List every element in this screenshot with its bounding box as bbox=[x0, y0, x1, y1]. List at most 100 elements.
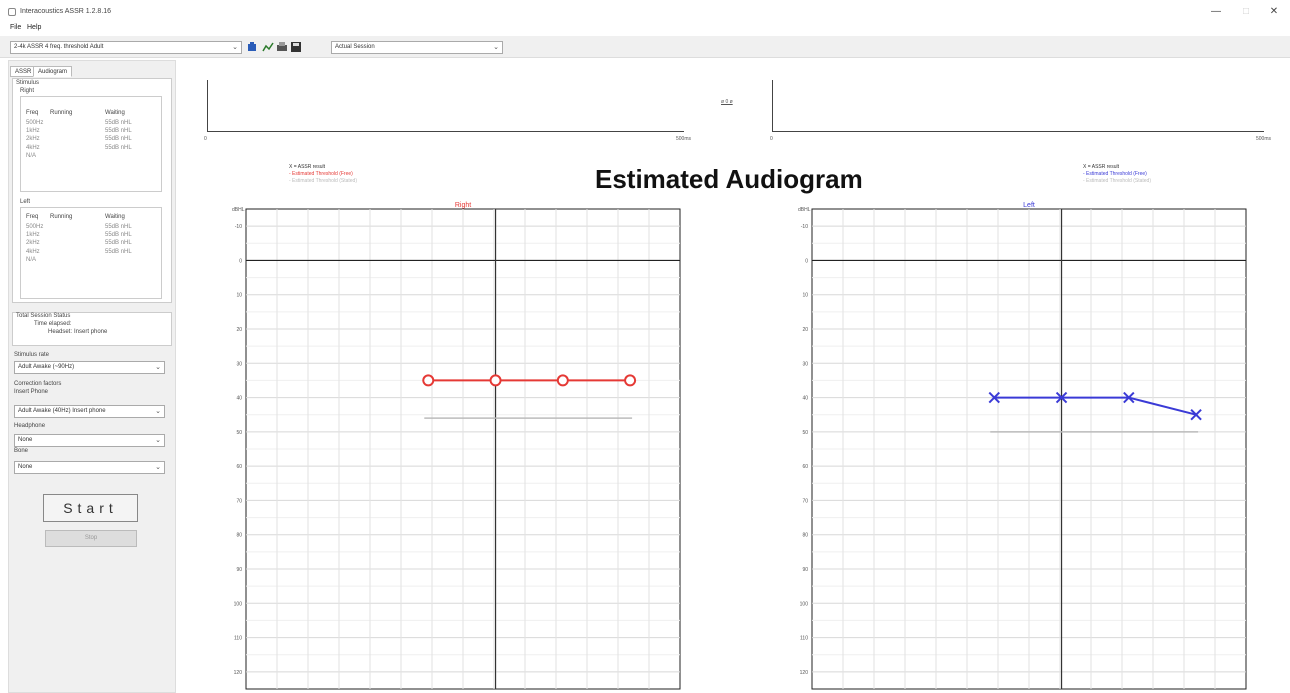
bone-value: None bbox=[18, 464, 33, 470]
freq-cell: 2kHz bbox=[26, 240, 40, 247]
freq-cell: N/A bbox=[26, 256, 37, 263]
save-icon[interactable] bbox=[290, 41, 302, 53]
right-label: Right bbox=[20, 88, 35, 94]
table-header: Freq bbox=[26, 214, 39, 220]
waiting-cell: 55dB nHL bbox=[105, 232, 132, 239]
waiting-cell: 55dB nHL bbox=[105, 136, 132, 143]
waveform-start-label: 0 bbox=[204, 136, 207, 142]
y-tick-label: 80 bbox=[236, 533, 242, 539]
y-tick-label: 110 bbox=[800, 636, 808, 642]
freq-cell: 4kHz bbox=[26, 248, 40, 255]
left-label: Left bbox=[20, 199, 31, 205]
threshold-marker bbox=[489, 374, 502, 387]
insert-phone-select[interactable]: Adult Awake (40Hz) Insert phone ⌄ bbox=[14, 405, 165, 418]
legend-entry: - Estimated Threshold (Free) bbox=[289, 171, 353, 177]
left-stimulus-table bbox=[20, 207, 162, 299]
session-value: Actual Session bbox=[335, 44, 375, 50]
y-tick-label: 20 bbox=[236, 327, 242, 333]
menu-file[interactable]: File bbox=[10, 24, 21, 31]
y-tick-label: 110 bbox=[234, 636, 242, 642]
y-tick-label: 100 bbox=[800, 601, 809, 607]
legend-entry: - Estimated Threshold (Stated) bbox=[1083, 178, 1151, 184]
protocol-value: 2-4k ASSR 4 freq. threshold Adult bbox=[14, 44, 104, 50]
maximize-button[interactable]: □ bbox=[1236, 6, 1256, 17]
waiting-cell: 55dB nHL bbox=[105, 128, 132, 135]
table-header: Waiting bbox=[105, 214, 125, 220]
correction-label: Correction factors bbox=[14, 381, 62, 387]
y-tick-label: 30 bbox=[802, 361, 808, 367]
y-tick-label: 50 bbox=[802, 430, 808, 436]
legend-entry: - Estimated Threshold (Free) bbox=[1083, 171, 1147, 177]
chevron-down-icon: ⌄ bbox=[155, 464, 161, 471]
chevron-down-icon: ⌄ bbox=[232, 44, 238, 51]
bone-label: Bone bbox=[14, 448, 29, 454]
legend-entry: X = ASSR result bbox=[1083, 164, 1119, 170]
threshold-marker bbox=[422, 374, 435, 387]
waveform-center-label[interactable]: ø 0 ø bbox=[721, 99, 733, 105]
y-tick-label: 0 bbox=[239, 258, 242, 264]
right-waveform-plot bbox=[207, 80, 684, 132]
threshold-marker bbox=[556, 374, 569, 387]
y-tick-label: 40 bbox=[236, 396, 242, 402]
insert-phone-label: Insert Phone bbox=[14, 389, 49, 395]
headphone-select[interactable]: None ⌄ bbox=[14, 434, 165, 447]
right-audiogram-chart: -10 0 10 20 30 40 50 60 70 80 90 100 110 120 dBHL Right bbox=[232, 202, 681, 690]
waiting-cell: 55dB nHL bbox=[105, 240, 132, 247]
headset-label: Headset: bbox=[48, 329, 73, 335]
y-tick-label: 50 bbox=[236, 430, 242, 436]
freq-cell: 1kHz bbox=[26, 128, 40, 135]
stop-button[interactable]: Stop bbox=[45, 530, 137, 547]
y-tick-label: 30 bbox=[236, 361, 242, 367]
table-header: Running bbox=[50, 214, 73, 220]
legend-entry: X = ASSR result bbox=[289, 164, 325, 170]
menu-help[interactable]: Help bbox=[27, 24, 41, 31]
time-elapsed-label: Time elapsed: bbox=[34, 321, 72, 327]
y-tick-label: 90 bbox=[802, 567, 808, 573]
start-button[interactable]: Start bbox=[43, 494, 138, 522]
headphone-icon[interactable] bbox=[246, 41, 258, 53]
insert-phone-value: Adult Awake (40Hz) Insert phone bbox=[18, 408, 106, 414]
right-legend: X = ASSR result - Estimated Threshold (F… bbox=[289, 164, 357, 185]
window-title: Interacoustics ASSR 1.2.8.16 bbox=[20, 8, 112, 15]
y-tick-label: 120 bbox=[234, 670, 243, 676]
freq-cell: 500Hz bbox=[26, 120, 44, 126]
protocol-select[interactable]: 2-4k ASSR 4 freq. threshold Adult ⌄ bbox=[10, 41, 242, 54]
y-tick-label: 10 bbox=[236, 293, 242, 299]
y-tick-label: 60 bbox=[236, 464, 242, 470]
chevron-down-icon: ⌄ bbox=[493, 44, 499, 51]
waveform-end-label: 500ms bbox=[1256, 136, 1272, 142]
freq-cell: 500Hz bbox=[26, 224, 44, 230]
y-tick-label: 120 bbox=[800, 670, 809, 676]
table-header: Running bbox=[50, 110, 73, 116]
y-tick-label: 80 bbox=[802, 533, 808, 539]
menu-bar: File Help bbox=[0, 22, 1290, 36]
y-tick-label: 60 bbox=[802, 464, 808, 470]
y-tick-label: -10 bbox=[235, 224, 242, 230]
stimulus-rate-select[interactable]: Adult Awake (~90Hz) ⌄ bbox=[14, 361, 165, 374]
session-select[interactable]: Actual Session ⌄ bbox=[331, 41, 503, 54]
headphone-label: Headphone bbox=[14, 423, 46, 429]
y-unit-label: dBHL bbox=[798, 207, 811, 213]
stimulus-rate-label: Stimulus rate bbox=[14, 352, 50, 358]
legend-entry: - Estimated Threshold (Stated) bbox=[289, 178, 357, 184]
close-button[interactable]: ✕ bbox=[1264, 6, 1284, 17]
chevron-down-icon: ⌄ bbox=[155, 408, 161, 415]
table-header: Waiting bbox=[105, 110, 125, 116]
graph-icon[interactable] bbox=[262, 41, 274, 53]
app-icon bbox=[8, 8, 16, 16]
minimize-button[interactable]: — bbox=[1206, 6, 1226, 17]
freq-cell: 1kHz bbox=[26, 232, 40, 239]
bone-select[interactable]: None ⌄ bbox=[14, 461, 165, 474]
freq-cell: 4kHz bbox=[26, 144, 40, 151]
page-title: Estimated Audiogram bbox=[595, 164, 863, 194]
table-header: Freq bbox=[26, 110, 39, 116]
ear-label: Left bbox=[1023, 202, 1035, 209]
right-stimulus-table bbox=[20, 96, 162, 192]
headset-value: Insert phone bbox=[74, 329, 108, 335]
y-tick-label: 10 bbox=[802, 293, 808, 299]
threshold-marker bbox=[624, 374, 637, 387]
y-tick-label: 100 bbox=[234, 601, 243, 607]
print-icon[interactable] bbox=[276, 41, 288, 53]
y-tick-label: 70 bbox=[802, 498, 808, 504]
tab-audiogram[interactable]: Audiogram bbox=[33, 66, 73, 77]
